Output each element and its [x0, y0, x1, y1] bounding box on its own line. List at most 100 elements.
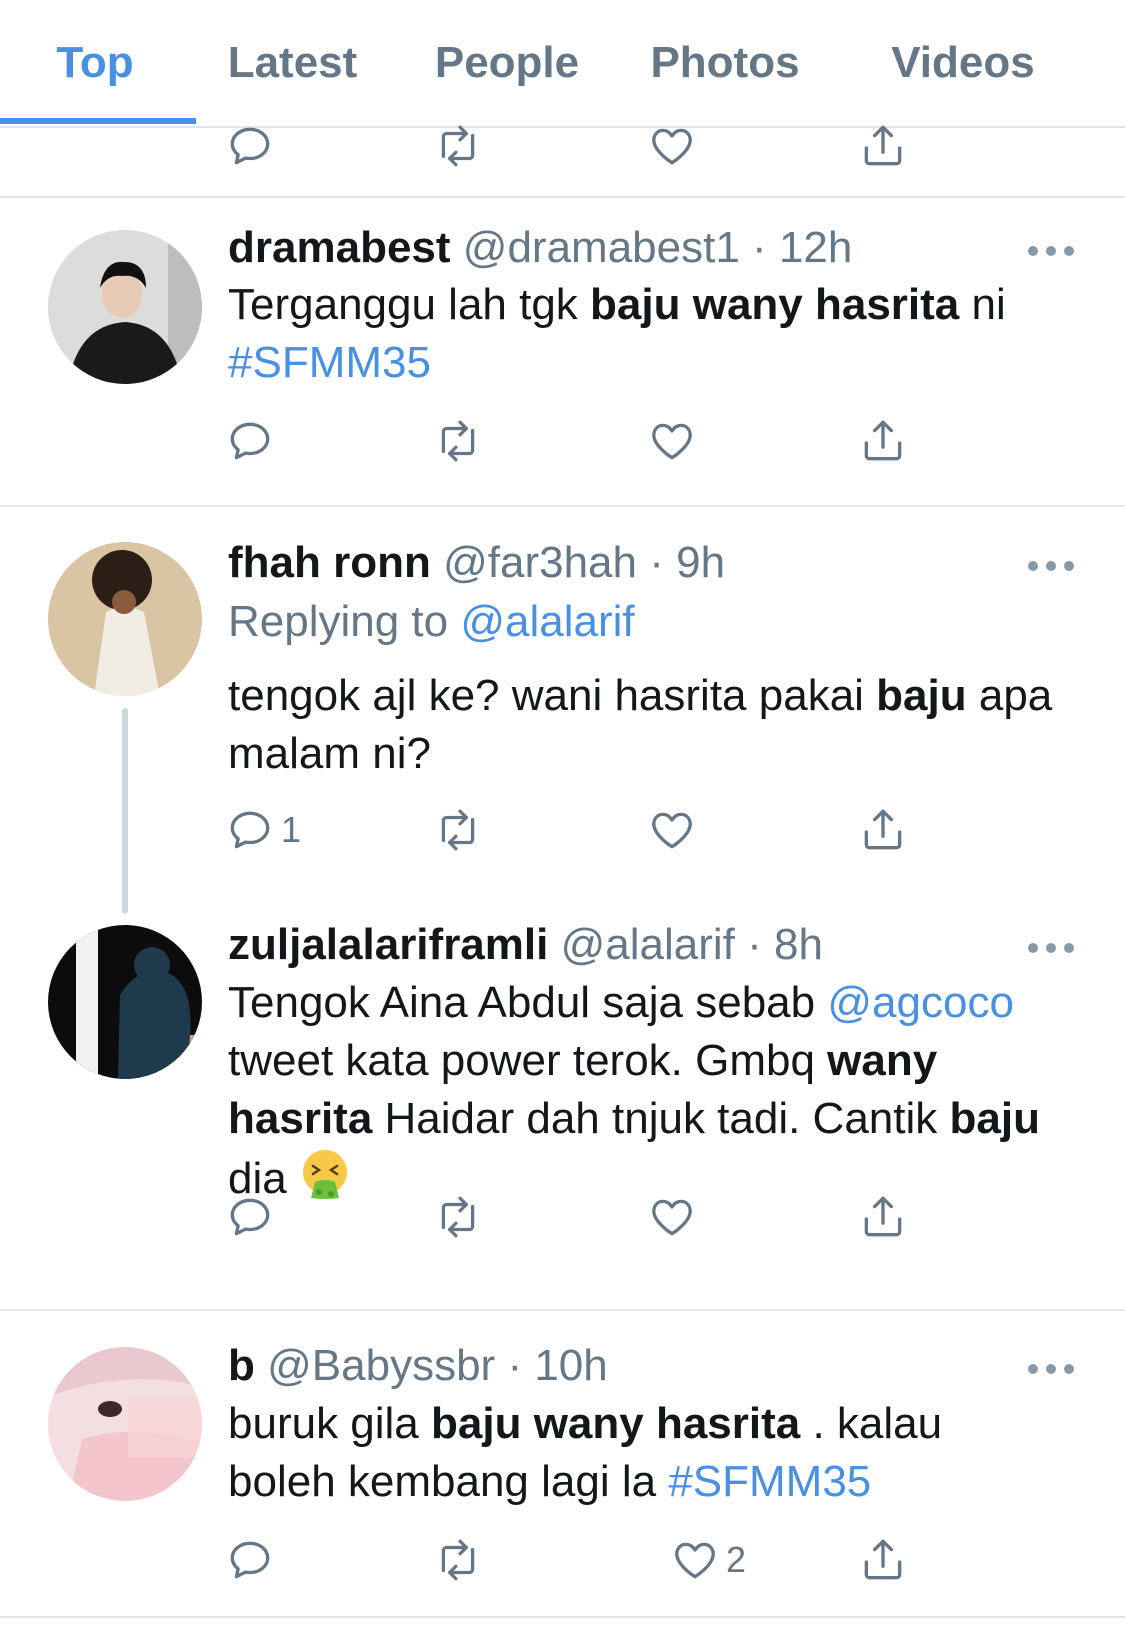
- hashtag-link[interactable]: #SFMM35: [228, 338, 431, 387]
- like-button[interactable]: [647, 411, 697, 471]
- tab-latest[interactable]: Latest: [225, 28, 360, 98]
- tweet-text: buruk gila baju wany hasrita . kalau bole…: [228, 1399, 943, 1506]
- handle[interactable]: @far3hah: [443, 538, 637, 587]
- avatar-photo: [48, 1347, 202, 1501]
- tab-photos[interactable]: Photos: [650, 28, 800, 98]
- tweet-header: dramabest @dramabest1 · 12h: [228, 218, 852, 278]
- reply-button[interactable]: [225, 411, 275, 471]
- separator-dot: ·: [752, 223, 767, 272]
- share-icon: [864, 125, 902, 166]
- share-icon: [864, 1539, 902, 1580]
- timestamp: 10h: [534, 1341, 608, 1390]
- divider: [0, 1309, 1125, 1311]
- tweet-actions: [0, 116, 1125, 176]
- avatar-photo: [48, 230, 202, 384]
- handle[interactable]: @alalarif: [561, 920, 735, 969]
- reply-icon: [230, 1198, 270, 1236]
- display-name[interactable]: fhah ronn: [228, 538, 431, 587]
- tweet-header: zuljalalariframli @alalarif · 8h: [228, 915, 823, 975]
- tweet-text: Tengok Aina Abdul saja sebab @agcoco twee…: [228, 974, 1088, 1215]
- retweet-button[interactable]: [433, 411, 483, 471]
- heart-icon: [652, 1199, 692, 1236]
- more-options-button[interactable]: [1028, 241, 1074, 261]
- handle[interactable]: @Babyssbr: [267, 1341, 495, 1390]
- tweet-actions: 2: [0, 1530, 1125, 1590]
- search-tabs: Top Latest People Photos Videos: [0, 0, 1125, 128]
- avatar[interactable]: [48, 925, 202, 1079]
- retweet-button[interactable]: [433, 800, 483, 860]
- share-button[interactable]: [858, 1187, 908, 1247]
- heart-icon: [652, 812, 692, 849]
- more-options-button[interactable]: [1028, 556, 1074, 576]
- avatar-photo: [48, 925, 202, 1079]
- reply-button[interactable]: [225, 1187, 275, 1247]
- display-name[interactable]: dramabest: [228, 223, 451, 272]
- retweet-icon: [441, 1196, 475, 1238]
- tab-videos[interactable]: Videos: [888, 28, 1038, 98]
- reply-button[interactable]: [225, 1530, 275, 1590]
- heart-icon: [652, 128, 692, 165]
- timestamp: 9h: [676, 538, 726, 587]
- replying-to: Replying to @alalarif: [228, 597, 635, 646]
- separator-dot: ·: [747, 920, 762, 969]
- tab-top[interactable]: Top: [40, 28, 150, 98]
- mention-link[interactable]: @alalarif: [460, 597, 634, 646]
- more-options-button[interactable]: [1028, 938, 1074, 958]
- like-button[interactable]: [647, 1187, 697, 1247]
- display-name[interactable]: zuljalalariframli: [228, 920, 548, 969]
- reply-count: 1: [281, 809, 302, 850]
- share-icon: [864, 809, 902, 850]
- reply-icon: [230, 811, 270, 849]
- avatar[interactable]: [48, 542, 202, 696]
- more-icon: [1028, 561, 1038, 571]
- separator-dot: ·: [507, 1341, 523, 1390]
- share-button[interactable]: [858, 116, 908, 176]
- tweet-actions: [0, 411, 1125, 471]
- mention-link[interactable]: @agcoco: [827, 978, 1014, 1027]
- avatar[interactable]: [48, 1347, 202, 1501]
- tweet-header: b @Babyssbr · 10h: [228, 1336, 608, 1396]
- like-button[interactable]: [647, 800, 697, 860]
- more-icon: [1028, 246, 1038, 256]
- more-icon: [1028, 943, 1038, 953]
- avatar-photo: [48, 542, 202, 696]
- tweet-header: fhah ronn @far3hah · 9h: [228, 533, 725, 593]
- tweet-actions: [0, 1187, 1125, 1247]
- hashtag-link[interactable]: #SFMM35: [668, 1457, 871, 1506]
- share-icon: [864, 1196, 902, 1237]
- more-icon: [1028, 1364, 1038, 1374]
- reply-icon: [230, 422, 270, 460]
- share-icon: [864, 420, 902, 461]
- avatar[interactable]: [48, 230, 202, 384]
- share-button[interactable]: [858, 800, 908, 860]
- display-name[interactable]: b: [228, 1341, 255, 1390]
- reply-button[interactable]: 1: [225, 800, 301, 860]
- like-count: 2: [726, 1539, 747, 1580]
- divider: [0, 1616, 1125, 1618]
- retweet-button[interactable]: [433, 1530, 483, 1590]
- share-button[interactable]: [858, 411, 908, 471]
- retweet-icon: [441, 1539, 475, 1581]
- retweet-button[interactable]: [433, 1187, 483, 1247]
- reply-icon: [230, 127, 270, 165]
- heart-icon: [652, 423, 692, 460]
- tweet-text: Terganggu lah tgk baju wany hasrita ni #S…: [228, 280, 1006, 387]
- handle[interactable]: @dramabest1: [463, 223, 740, 272]
- retweet-icon: [441, 420, 475, 462]
- separator-dot: ·: [649, 538, 664, 587]
- more-options-button[interactable]: [1028, 1359, 1074, 1379]
- retweet-icon: [441, 809, 475, 851]
- retweet-button[interactable]: [433, 116, 483, 176]
- tweet-text: tengok ajl ke? wani hasrita pakai baju a…: [228, 671, 1053, 778]
- retweet-icon: [441, 125, 475, 167]
- reply-button[interactable]: [225, 116, 275, 176]
- timestamp: 8h: [774, 920, 823, 969]
- tab-people[interactable]: People: [432, 28, 582, 98]
- share-button[interactable]: [858, 1530, 908, 1590]
- timestamp: 12h: [778, 223, 853, 272]
- like-button[interactable]: 2: [670, 1530, 746, 1590]
- heart-icon: [675, 1542, 715, 1579]
- divider: [0, 196, 1125, 198]
- like-button[interactable]: [647, 116, 697, 176]
- divider: [0, 505, 1125, 507]
